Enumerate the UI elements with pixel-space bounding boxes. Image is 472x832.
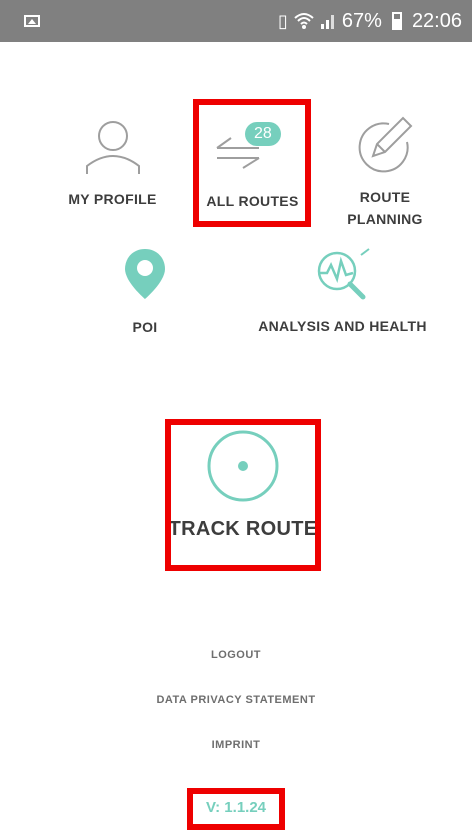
track-route-label: TRACK ROUTE bbox=[168, 518, 318, 540]
poi-label: POI bbox=[132, 319, 158, 335]
battery-percent: 67% bbox=[341, 9, 382, 32]
all-routes-label: ALL ROUTES bbox=[206, 193, 299, 209]
route-planning-label-line2: PLANNING bbox=[347, 211, 423, 227]
routes-count-badge: 28 bbox=[245, 122, 281, 146]
version-label: V: 1.1.24 bbox=[205, 799, 267, 816]
track-route-button[interactable]: TRACK ROUTE bbox=[166, 420, 320, 570]
app-screen: ▯ 67% 22:06 MY PROFILE 28 ALL ROUTES ROU… bbox=[0, 0, 472, 832]
privacy-statement-link[interactable]: DATA PRIVACY STATEMENT bbox=[0, 694, 472, 706]
all-routes-button[interactable]: 28 ALL ROUTES bbox=[195, 100, 310, 226]
route-planning-button[interactable]: ROUTE PLANNING bbox=[325, 114, 445, 230]
poi-button[interactable]: POI bbox=[90, 247, 200, 338]
user-icon bbox=[85, 121, 140, 174]
map-pin-icon bbox=[125, 249, 165, 299]
wifi-icon bbox=[294, 13, 314, 29]
edit-pencil-icon bbox=[358, 116, 413, 173]
record-icon bbox=[207, 430, 279, 502]
vibrate-icon: ▯ bbox=[278, 10, 288, 31]
image-icon bbox=[24, 15, 40, 27]
clock: 22:06 bbox=[411, 9, 462, 32]
route-planning-label-line1: ROUTE bbox=[359, 189, 411, 205]
logout-link[interactable]: LOGOUT bbox=[0, 649, 472, 661]
analysis-health-button[interactable]: ANALYSIS AND HEALTH bbox=[250, 247, 435, 337]
my-profile-button[interactable]: MY PROFILE bbox=[50, 118, 175, 210]
imprint-link[interactable]: IMPRINT bbox=[0, 739, 472, 751]
status-bar-right: ▯ 67% 22:06 bbox=[278, 0, 462, 42]
signal-icon bbox=[320, 15, 334, 29]
analysis-health-label: ANALYSIS AND HEALTH bbox=[258, 318, 427, 334]
my-profile-label: MY PROFILE bbox=[68, 191, 157, 207]
battery-icon bbox=[391, 12, 402, 30]
status-bar: ▯ 67% 22:06 bbox=[0, 0, 472, 42]
analysis-icon bbox=[317, 248, 370, 300]
